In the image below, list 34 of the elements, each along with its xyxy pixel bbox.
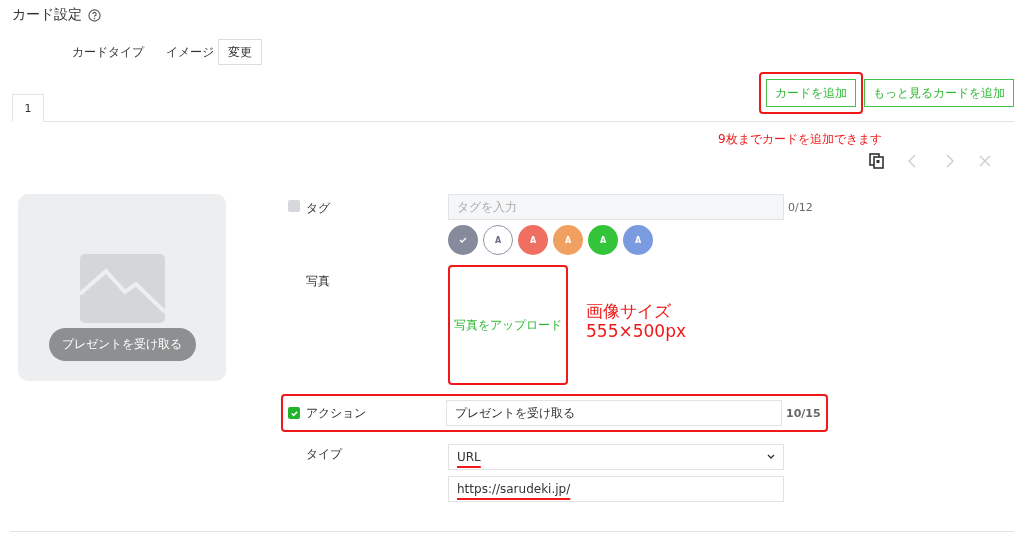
page-title: カード設定 xyxy=(12,6,82,24)
annotation-note: 9枚までカードを追加できます xyxy=(718,131,883,147)
tag-color-swatch[interactable] xyxy=(448,225,478,255)
tag-color-swatch[interactable]: A xyxy=(553,225,583,255)
type-label: タイプ xyxy=(306,446,342,463)
add-card-button[interactable]: もっと見るカードを追加 xyxy=(864,79,1014,107)
copy-icon[interactable] xyxy=(868,152,886,170)
card-type-label: カードタイプ xyxy=(72,43,144,61)
character-counter: 10/15 xyxy=(786,406,821,420)
action-label: アクション xyxy=(306,404,366,422)
tag-color-swatch[interactable]: A xyxy=(518,225,548,255)
tag-input[interactable]: タグを入力 xyxy=(448,194,784,220)
image-placeholder-icon xyxy=(79,254,165,323)
type-select[interactable]: URL xyxy=(448,444,784,470)
chevron-down-icon xyxy=(767,454,775,460)
preview-action-button[interactable]: プレゼントを受け取る xyxy=(48,328,196,361)
change-button[interactable]: 変更 xyxy=(218,39,262,65)
action-input[interactable]: プレゼントを受け取る xyxy=(446,400,782,426)
checkbox[interactable] xyxy=(288,200,300,212)
annotation-note: 555×500px xyxy=(586,321,686,341)
annotation-note: 画像サイズ xyxy=(586,301,672,321)
photo-label: 写真 xyxy=(306,273,330,290)
photo-upload-area[interactable]: 写真をアップロード xyxy=(448,265,568,385)
tag-color-swatch[interactable]: A xyxy=(483,225,513,255)
tag-color-swatch[interactable]: A xyxy=(588,225,618,255)
checkbox[interactable] xyxy=(288,407,300,419)
card-tab[interactable]: 1 xyxy=(12,94,44,122)
character-counter: 0/12 xyxy=(788,200,813,214)
card-type-value: イメージ xyxy=(166,43,214,61)
help-icon[interactable] xyxy=(88,8,101,22)
add-card-button[interactable]: カードを追加 xyxy=(766,79,856,107)
tag-color-swatch[interactable]: A xyxy=(623,225,653,255)
tag-label: タグ xyxy=(306,200,330,217)
url-input[interactable]: https://sarudeki.jp/ xyxy=(448,476,784,502)
